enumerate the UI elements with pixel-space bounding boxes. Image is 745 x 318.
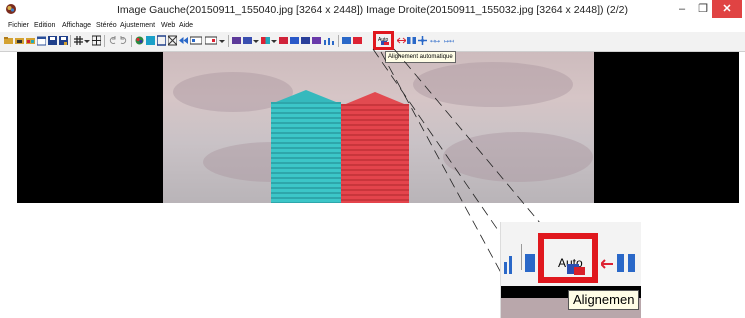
rotate-left-icon[interactable] (108, 35, 117, 46)
maximize-button[interactable]: ❐ (693, 0, 713, 18)
image-viewport[interactable] (17, 52, 739, 203)
auto-align-button-zoomed: Auto (549, 244, 587, 275)
stereo-mode-5-icon[interactable] (290, 35, 299, 46)
svg-text:↤↦: ↤↦ (430, 39, 440, 45)
move-icon[interactable] (418, 35, 427, 46)
zoom-chart-icon (504, 256, 512, 274)
arrows-converge-icon[interactable]: ↦↤ (444, 35, 456, 46)
rotate-right-icon[interactable] (119, 35, 128, 46)
zoom-split-view-icon (617, 254, 635, 272)
menu-ajustement[interactable]: Ajustement (120, 22, 155, 29)
chart-icon[interactable] (323, 35, 335, 46)
stereo-mode-4-icon[interactable] (279, 35, 288, 46)
stereo-mode-1-icon[interactable] (232, 35, 241, 46)
toolbar-separator (131, 35, 132, 47)
rewind-icon[interactable] (179, 35, 188, 46)
zoom-inset: Auto Alignemen (500, 222, 641, 318)
dropdown-arrow-icon[interactable] (219, 35, 225, 46)
open-folder-icon[interactable] (4, 35, 13, 46)
window-title: Image Gauche(20150911_155040.jpg [3264 x… (117, 4, 628, 16)
building-red-body (341, 104, 409, 203)
crop-icon[interactable] (168, 35, 177, 46)
toolbar-separator (104, 35, 105, 47)
tooltip-auto-align-zoomed: Alignemen (568, 290, 640, 310)
auto-align-highlight (373, 31, 394, 50)
save-icon[interactable] (48, 35, 57, 46)
open-folder-pair-icon[interactable] (26, 35, 35, 46)
frame-icon[interactable] (157, 35, 166, 46)
stereo-mode-6-icon[interactable] (301, 35, 310, 46)
color-wheel-icon[interactable] (135, 35, 144, 46)
menu-web[interactable]: Web (161, 22, 175, 29)
align-left-icon[interactable] (342, 35, 351, 46)
arrows-diverge-icon[interactable]: ↤↦ (430, 35, 442, 46)
tooltip-auto-align: Alignement automatique (385, 51, 456, 63)
anaglyph-image (163, 52, 594, 203)
menu-edition[interactable]: Edition (34, 22, 55, 29)
align-right-icon[interactable] (353, 35, 362, 46)
color-swatch-icon[interactable] (146, 35, 155, 46)
minimize-button[interactable]: – (672, 0, 692, 18)
dropdown-arrow-icon[interactable] (84, 35, 90, 46)
grid-icon[interactable] (74, 35, 83, 46)
menu-stereo[interactable]: Stéréo (96, 22, 117, 29)
auto-align-icon (567, 264, 585, 275)
menu-fichier[interactable]: Fichier (8, 22, 29, 29)
dropdown-arrow-icon[interactable] (253, 35, 259, 46)
close-button[interactable]: ✕ (712, 0, 742, 18)
menu-affichage[interactable]: Affichage (62, 22, 91, 29)
toolbar-separator (521, 244, 522, 270)
title-bar: Image Gauche(20150911_155040.jpg [3264 x… (0, 0, 745, 20)
stereo-mode-2-icon[interactable] (243, 35, 252, 46)
zoom-align-left-icon (525, 254, 535, 272)
zoom-arrows-h-icon (601, 259, 613, 269)
toolbar-separator (338, 35, 339, 47)
toolbar-separator (70, 35, 71, 47)
stereo-mode-7-icon[interactable] (312, 35, 321, 46)
grid-options-icon[interactable] (92, 35, 101, 46)
screen-icon[interactable] (190, 35, 202, 46)
building-cyan-body (271, 102, 341, 203)
auto-align-highlight-zoom: Auto (538, 233, 598, 283)
open-folder-alt-icon[interactable] (15, 35, 24, 46)
arrows-h-icon[interactable] (397, 35, 406, 46)
menu-aide[interactable]: Aide (179, 22, 193, 29)
split-view-icon[interactable] (407, 35, 416, 46)
display-icon[interactable] (205, 35, 217, 46)
window-icon[interactable] (37, 35, 46, 46)
stereo-mode-3-icon[interactable] (261, 35, 270, 46)
toolbar-separator (228, 35, 229, 47)
svg-text:↦↤: ↦↤ (444, 39, 454, 45)
save-as-icon[interactable] (59, 35, 68, 46)
dropdown-arrow-icon[interactable] (271, 35, 277, 46)
